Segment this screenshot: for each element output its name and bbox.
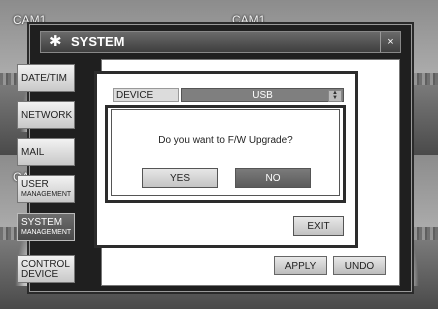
window-titlebar: ✱ SYSTEM × (40, 31, 401, 53)
device-select-value: USB (252, 90, 273, 101)
sidebar-item-sublabel: DEVICE (21, 269, 59, 280)
gear-icon: ✱ (49, 33, 62, 50)
device-select[interactable]: USB ▲ ▼ (181, 88, 344, 102)
sidebar-item-label: SYSTEM (21, 217, 63, 228)
sidebar-item-network[interactable]: NETWORK (17, 101, 75, 129)
yes-button[interactable]: YES (142, 168, 218, 188)
exit-button[interactable]: EXIT (293, 216, 344, 236)
no-button[interactable]: NO (235, 168, 311, 188)
sidebar-item-system-management[interactable]: SYSTEM MANAGEMENT (17, 213, 75, 241)
sidebar-item-label: USER (21, 179, 49, 190)
sidebar-item-user-management[interactable]: USER MANAGEMENT (17, 175, 75, 203)
sidebar-item-label: MAIL (21, 147, 45, 158)
device-label: DEVICE (113, 88, 179, 102)
spinner-arrows-icon[interactable]: ▲ ▼ (328, 90, 342, 102)
sidebar-item-mail[interactable]: MAIL (17, 138, 75, 166)
apply-button[interactable]: APPLY (274, 256, 327, 275)
sidebar-item-date-time[interactable]: DATE/TIM (17, 64, 75, 92)
confirm-message: Do you want to F/W Upgrade? (158, 135, 293, 146)
window-title: SYSTEM (71, 34, 125, 49)
sidebar-item-sublabel: MANAGEMENT (21, 229, 72, 236)
undo-button[interactable]: UNDO (333, 256, 386, 275)
sidebar-item-label: DATE/TIM (21, 73, 67, 84)
sidebar-item-control-device[interactable]: CONTROL DEVICE (17, 255, 75, 283)
close-button[interactable]: × (380, 32, 400, 52)
sidebar-item-label: NETWORK (21, 110, 73, 121)
sidebar-item-sublabel: MANAGEMENT (21, 191, 72, 198)
